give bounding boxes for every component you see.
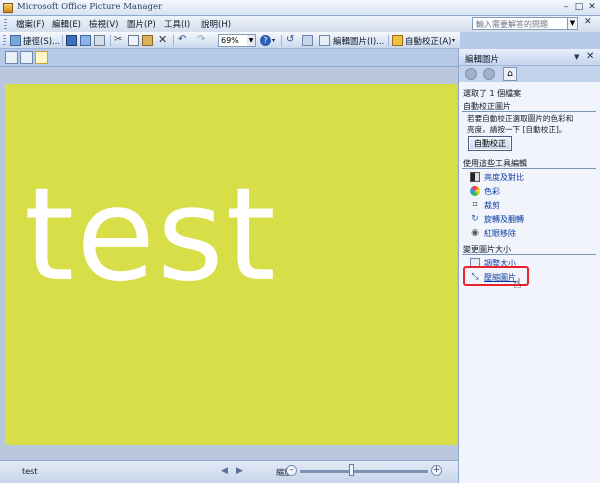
picture-canvas: test: [0, 67, 458, 460]
undo-icon[interactable]: ↶: [178, 35, 189, 46]
zoom-slider-thumb[interactable]: [349, 464, 355, 476]
color-icon: [470, 186, 480, 196]
document-close-icon[interactable]: ✕: [584, 17, 592, 27]
menu-picture[interactable]: 圖片(P): [127, 18, 156, 30]
section-divider: [462, 168, 596, 169]
pane-home-icon[interactable]: ⌂: [503, 67, 517, 81]
section-divider: [462, 111, 596, 112]
pane-title: 編輯圖片: [465, 55, 500, 65]
tool-rotate-link[interactable]: 旋轉及翻轉: [484, 214, 524, 225]
tool-brightness-link[interactable]: 亮度及對比: [484, 172, 524, 183]
zoom-combo-value: 69%: [221, 36, 239, 45]
pane-navigation: ⌂: [459, 66, 600, 82]
rotate-left-icon[interactable]: ↺: [286, 35, 297, 46]
edit-pictures-icon: [319, 35, 330, 46]
toolbar-options-icon[interactable]: ▾: [272, 37, 275, 44]
status-bar: test ◀ ▶ 縮放: – +: [0, 460, 458, 483]
hand-cursor-icon: ☝: [513, 276, 522, 292]
menu-grip[interactable]: [4, 19, 7, 29]
maximize-icon[interactable]: □: [573, 2, 585, 13]
next-picture-icon[interactable]: ▶: [236, 466, 243, 476]
picture-image[interactable]: test: [5, 84, 457, 445]
zoom-combo[interactable]: 69% ▼: [218, 34, 256, 47]
pane-close-icon[interactable]: ✕: [586, 51, 594, 62]
tool-red-eye-link[interactable]: 紅眼移除: [484, 228, 516, 239]
copy-icon[interactable]: [128, 35, 139, 46]
pane-back-icon[interactable]: [465, 68, 477, 80]
print-icon[interactable]: [94, 35, 105, 46]
help-search-input[interactable]: 輸入需要解答的問題: [472, 17, 568, 30]
zoom-out-icon[interactable]: –: [286, 465, 297, 476]
toolbar-separator: [110, 35, 111, 46]
filmstrip-view-icon[interactable]: [20, 51, 33, 64]
zoom-slider[interactable]: [300, 470, 428, 473]
toolbar-separator: [281, 35, 282, 46]
toolbar-overflow-icon[interactable]: ▾: [452, 37, 455, 44]
minimize-icon[interactable]: –: [560, 2, 572, 13]
app-icon: [3, 3, 13, 13]
single-picture-view-icon[interactable]: [35, 51, 48, 64]
tool-color-link[interactable]: 色彩: [484, 186, 500, 197]
thumbnail-view-icon[interactable]: [5, 51, 18, 64]
view-bar: [0, 49, 458, 67]
shortcuts-icon: [10, 35, 21, 46]
pane-header: 編輯圖片 ▼ ✕: [459, 49, 600, 66]
cut-icon[interactable]: ✂: [114, 35, 125, 46]
section-divider: [462, 254, 596, 255]
brightness-icon: [470, 172, 480, 182]
pane-forward-icon[interactable]: [483, 68, 495, 80]
toolbar-separator: [62, 35, 63, 46]
save-all-icon[interactable]: [80, 35, 91, 46]
rotate-right-icon[interactable]: [302, 35, 313, 46]
menu-tools[interactable]: 工具(I): [164, 18, 190, 30]
toolbar-separator: [173, 35, 174, 46]
window-title: Microsoft Office Picture Manager: [17, 2, 163, 12]
help-icon[interactable]: ?: [260, 35, 271, 46]
auto-correct-button[interactable]: 自動校正(A): [405, 35, 451, 47]
menu-edit[interactable]: 編輯(E): [52, 18, 81, 30]
auto-correct-description: 若要自動校正選取圖片的色彩和 亮度，請按一下 [自動校正]。: [467, 114, 574, 134]
previous-picture-icon[interactable]: ◀: [221, 466, 228, 476]
menu-help[interactable]: 說明(H): [201, 18, 231, 30]
menu-file[interactable]: 檔案(F): [16, 18, 45, 30]
help-search-dropdown-icon[interactable]: ▼: [568, 17, 578, 30]
save-icon[interactable]: [66, 35, 77, 46]
toolbar-separator: [388, 35, 389, 46]
edit-pictures-button[interactable]: 編輯圖片(I)...: [333, 35, 384, 47]
rotate-icon: ↻: [471, 214, 479, 224]
redo-icon[interactable]: ↷: [197, 35, 208, 46]
shortcuts-button[interactable]: 捷徑(S)...: [23, 35, 60, 47]
selection-info: 選取了 1 個檔案: [463, 89, 522, 98]
picture-text: test: [24, 161, 278, 310]
auto-correct-pane-button[interactable]: 自動校正: [468, 136, 512, 151]
crop-icon: ⌗: [472, 200, 478, 210]
menu-view[interactable]: 檢視(V): [89, 18, 118, 30]
toolbar-grip[interactable]: [3, 35, 6, 46]
pane-menu-icon[interactable]: ▼: [574, 53, 579, 61]
delete-icon[interactable]: ✕: [158, 34, 169, 46]
auto-correct-icon: [392, 35, 403, 46]
zoom-in-icon[interactable]: +: [431, 465, 442, 476]
title-bar: Microsoft Office Picture Manager – □ ✕: [0, 0, 600, 16]
chevron-down-icon[interactable]: ▼: [247, 35, 255, 46]
tool-crop-link[interactable]: 裁剪: [484, 200, 500, 211]
close-icon[interactable]: ✕: [586, 2, 598, 13]
status-filename: test: [22, 467, 38, 476]
red-eye-icon: ◉: [471, 228, 479, 238]
paste-icon[interactable]: [142, 35, 153, 46]
